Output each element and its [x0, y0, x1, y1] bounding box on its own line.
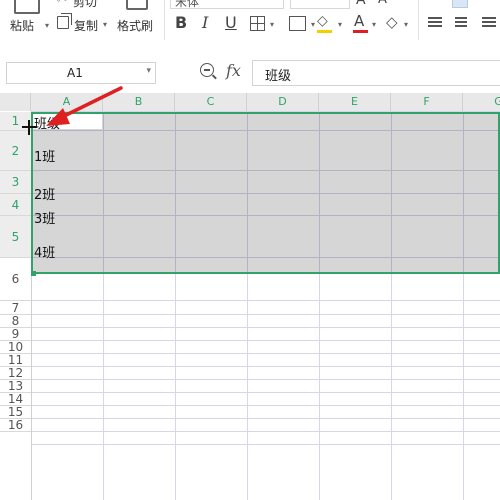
column-header-F[interactable]: F — [391, 93, 463, 111]
paste-button[interactable]: 粘贴 ▾ — [8, 0, 49, 34]
select-all-corner[interactable] — [0, 93, 31, 111]
column-header-B[interactable]: B — [103, 93, 175, 111]
decrease-font-icon[interactable]: A — [378, 0, 387, 7]
format-painter-label: 格式刷 — [117, 19, 154, 33]
merge-icon — [289, 16, 306, 31]
fill-color-button[interactable]: ◇ ▾ — [316, 13, 346, 35]
font-name-value: 宋体 — [175, 0, 200, 9]
bold-button[interactable]: B — [175, 13, 187, 32]
row-grid-line — [31, 392, 500, 393]
border-dropdown-icon[interactable]: ▾ — [270, 20, 274, 29]
cut-button[interactable]: ✂ 剪切 — [55, 0, 105, 9]
align-center-icon — [455, 17, 467, 19]
insert-function-button[interactable]: fx — [226, 61, 241, 80]
spreadsheet-grid: ABCDEFG 1 2 3 4 5 6 7 8 9 10 11 12 13 14 15 16 班级 1班 2班… — [0, 93, 500, 500]
row-grid-line — [31, 431, 500, 432]
font-color-button[interactable]: A ▾ — [352, 12, 382, 35]
name-box-value: A1 — [67, 66, 83, 80]
formula-input-value: 班级 — [265, 69, 292, 84]
increase-font-icon[interactable]: A — [356, 0, 366, 8]
row-grid-line — [31, 340, 500, 341]
ribbon-toolbar: 粘贴 ▾ ✂ 剪切 复制 ▾ 格式刷 宋体 A A B I U ▾ ▾ ◇ — [0, 0, 500, 50]
ribbon-divider — [418, 0, 419, 40]
cut-label: 剪切 — [73, 0, 98, 9]
paste-icon — [14, 0, 40, 14]
align-right-button[interactable] — [480, 16, 496, 30]
row-grid-line — [31, 444, 500, 445]
cut-icon: ✂ — [57, 0, 67, 6]
column-header-D[interactable]: D — [247, 93, 319, 111]
copy-dropdown-icon[interactable]: ▾ — [103, 20, 107, 29]
font-color-swatch — [353, 30, 368, 33]
row-header-5[interactable]: 5 — [0, 216, 31, 258]
row-grid-line — [31, 327, 500, 328]
merge-dropdown-icon[interactable]: ▾ — [311, 20, 315, 29]
cell-A1: 班级 — [34, 117, 61, 132]
formula-input[interactable]: 班级 — [252, 60, 500, 86]
underline-button[interactable]: U — [225, 13, 237, 32]
font-name-select[interactable]: 宋体 — [170, 0, 284, 9]
border-button[interactable]: ▾ — [250, 15, 280, 33]
copy-button[interactable]: 复制 ▾ — [55, 13, 110, 34]
align-top-button[interactable] — [452, 0, 468, 8]
column-header-C[interactable]: C — [175, 93, 247, 111]
column-header-G[interactable]: G — [463, 93, 500, 111]
row-grid-line — [31, 353, 500, 354]
clear-dropdown-icon[interactable]: ▾ — [404, 20, 408, 29]
row-header-16[interactable]: 16 — [0, 419, 31, 432]
row-header-3[interactable]: 3 — [0, 171, 31, 194]
name-box-dropdown-icon[interactable]: ▾ — [146, 66, 151, 76]
row-header-6[interactable]: 6 — [0, 258, 31, 301]
column-header-A[interactable]: A — [31, 93, 103, 111]
move-cursor-icon — [22, 120, 37, 135]
cell-A2: 1班 — [34, 150, 56, 165]
fill-bucket-icon: ◇ — [317, 13, 328, 29]
selection-range[interactable] — [31, 112, 500, 274]
font-size-select[interactable] — [290, 0, 350, 9]
eraser-icon: ◇ — [386, 13, 398, 31]
fill-color-swatch — [317, 30, 332, 33]
row-header-7[interactable]: 7 — [0, 301, 31, 315]
row-grid-line — [31, 366, 500, 367]
format-painter-icon — [126, 0, 148, 10]
cell-A5: 4班 — [34, 246, 56, 261]
row-header-2[interactable]: 2 — [0, 131, 31, 171]
paste-dropdown-icon[interactable]: ▾ — [45, 21, 49, 30]
paste-label: 粘贴 — [10, 19, 35, 33]
cell-A4: 3班 — [34, 212, 56, 227]
row-grid-line — [31, 418, 500, 419]
align-left-button[interactable] — [428, 16, 444, 30]
copy-label: 复制 — [74, 19, 99, 33]
font-color-dropdown-icon[interactable]: ▾ — [372, 20, 376, 29]
fill-handle[interactable] — [31, 271, 36, 276]
format-painter-button[interactable]: 格式刷 — [116, 0, 158, 34]
row-grid-line — [31, 314, 500, 315]
italic-button[interactable]: I — [202, 13, 208, 32]
row-header-4[interactable]: 4 — [0, 194, 31, 216]
align-left-icon — [428, 17, 442, 19]
row-grid-line — [31, 379, 500, 380]
row-grid-line — [31, 405, 500, 406]
align-right-icon — [482, 17, 496, 19]
column-header-E[interactable]: E — [319, 93, 391, 111]
clear-button[interactable]: ◇ ▾ — [386, 13, 416, 35]
row-grid-line — [31, 300, 500, 301]
align-center-button[interactable] — [454, 16, 470, 30]
name-box[interactable]: A1 ▾ — [6, 62, 156, 84]
fill-color-dropdown-icon[interactable]: ▾ — [338, 20, 342, 29]
ribbon-divider — [164, 0, 165, 40]
cell-A3: 2班 — [34, 188, 56, 203]
font-color-icon: A — [354, 12, 365, 30]
